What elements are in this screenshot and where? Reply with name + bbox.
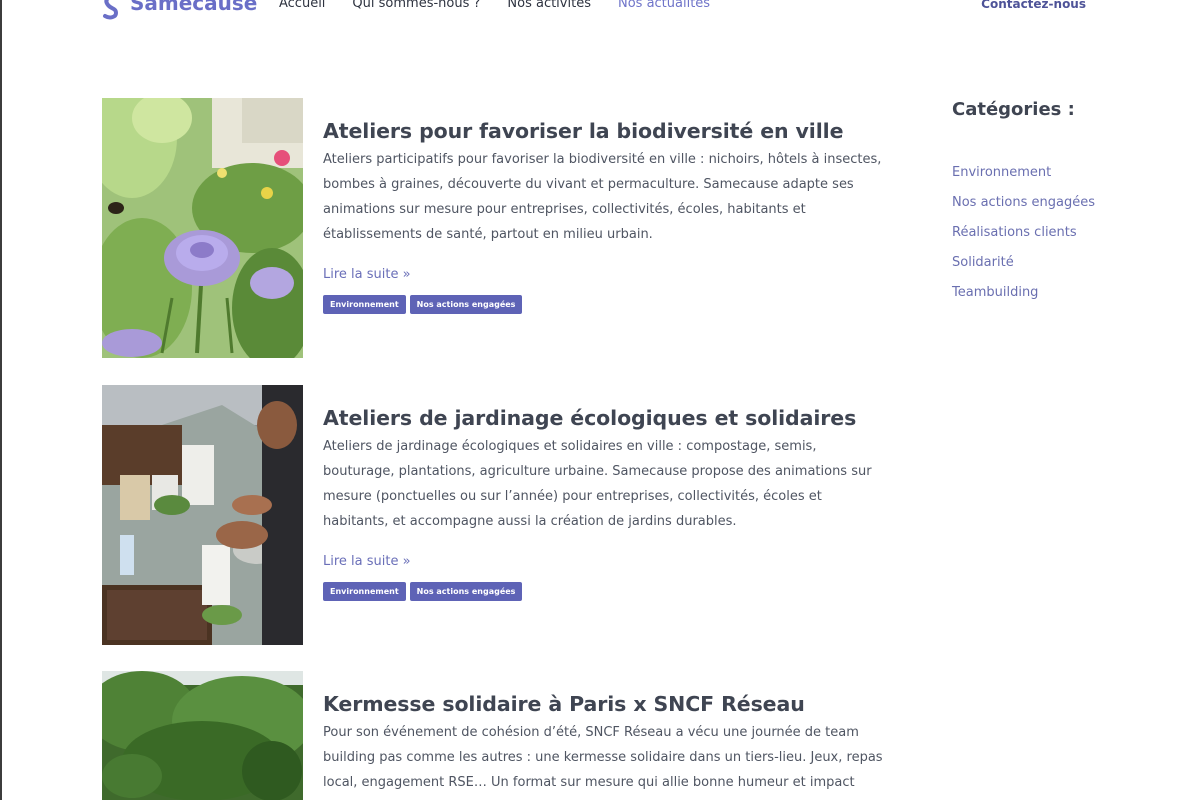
page: Samecause Accueil Qui sommes-nous ? Nos …: [0, 0, 1200, 800]
article-card: Ateliers de jardinage écologiques et sol…: [102, 385, 892, 645]
article-thumbnail[interactable]: [102, 671, 303, 800]
flower-photo-icon: [102, 98, 303, 358]
sidebar-title: Catégories :: [952, 99, 1075, 120]
article-excerpt: Pour son événement de cohésion d’été, SN…: [323, 725, 883, 790]
article-thumbnail[interactable]: [102, 98, 303, 358]
tree-photo-icon: [102, 671, 303, 800]
category-item: Réalisations clients: [952, 221, 1152, 251]
category-item: Teambuilding: [952, 281, 1152, 311]
article-title[interactable]: Ateliers de jardinage écologiques et sol…: [323, 405, 893, 431]
article-card: Kermesse solidaire à Paris x SNCF Réseau…: [102, 671, 892, 800]
gardening-photo-icon: [102, 385, 303, 645]
site-header: Samecause Accueil Qui sommes-nous ? Nos …: [2, 0, 1200, 20]
category-link-environnement[interactable]: Environnement: [952, 165, 1051, 180]
article-card: Ateliers pour favoriser la biodiversité …: [102, 98, 892, 358]
category-link-teambuilding[interactable]: Teambuilding: [952, 285, 1038, 300]
tag-nos-actions-engagees[interactable]: Nos actions engagées: [409, 295, 523, 314]
tag-nos-actions-engagees[interactable]: Nos actions engagées: [409, 582, 523, 601]
category-link-realisations-clients[interactable]: Réalisations clients: [952, 225, 1077, 240]
brand-name: Samecause: [130, 0, 258, 15]
nav-item-nos-actualites[interactable]: Nos actualités: [618, 0, 710, 12]
nav-item-nos-activites[interactable]: Nos activités: [507, 0, 591, 12]
article-thumbnail[interactable]: [102, 385, 303, 645]
article-tags: Environnement Nos actions engagées: [323, 295, 893, 314]
category-item: Nos actions engagées: [952, 191, 1152, 221]
main-nav: Accueil Qui sommes-nous ? Nos activités …: [279, 0, 737, 12]
nav-item-accueil[interactable]: Accueil: [279, 0, 325, 12]
article-body: Kermesse solidaire à Paris x SNCF Réseau…: [323, 671, 893, 800]
article-title[interactable]: Kermesse solidaire à Paris x SNCF Réseau: [323, 691, 893, 717]
read-more-link[interactable]: Lire la suite »: [323, 267, 411, 283]
article-body: Ateliers de jardinage écologiques et sol…: [323, 385, 893, 601]
category-item: Environnement: [952, 161, 1152, 191]
tag-environnement[interactable]: Environnement: [323, 582, 406, 601]
read-more-link[interactable]: Lire la suite »: [323, 554, 411, 570]
categories-sidebar: Catégories : Environnement Nos actions e…: [952, 98, 1152, 311]
article-excerpt: Ateliers de jardinage écologiques et sol…: [323, 439, 872, 529]
category-list: Environnement Nos actions engagées Réali…: [952, 161, 1152, 311]
category-item: Solidarité: [952, 251, 1152, 281]
site-logo[interactable]: Samecause: [100, 0, 257, 20]
nav-item-qui-sommes-nous[interactable]: Qui sommes-nous ?: [352, 0, 480, 12]
contact-link[interactable]: Contactez-nous: [981, 0, 1086, 12]
article-title[interactable]: Ateliers pour favoriser la biodiversité …: [323, 118, 893, 144]
article-tags: Environnement Nos actions engagées: [323, 582, 893, 601]
article-body: Ateliers pour favoriser la biodiversité …: [323, 98, 893, 314]
samecause-logo-icon: [103, 0, 119, 20]
article-excerpt: Ateliers participatifs pour favoriser la…: [323, 152, 882, 242]
tag-environnement[interactable]: Environnement: [323, 295, 406, 314]
category-link-solidarite[interactable]: Solidarité: [952, 255, 1014, 270]
category-link-nos-actions-engagees[interactable]: Nos actions engagées: [952, 195, 1095, 210]
